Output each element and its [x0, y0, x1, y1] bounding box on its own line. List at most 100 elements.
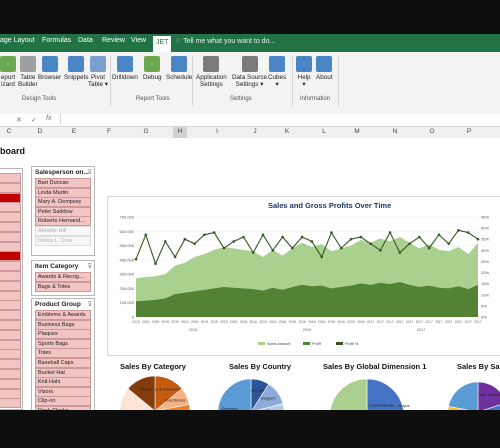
- slicer-item[interactable]: Peter Saddow: [35, 206, 91, 217]
- slicer-item[interactable]: [0, 329, 21, 340]
- pie-slice[interactable]: [330, 378, 368, 410]
- tab-data[interactable]: Data: [78, 37, 93, 44]
- column-header-c[interactable]: C: [2, 128, 16, 135]
- clear-filter-icon[interactable]: ⊽: [88, 263, 92, 270]
- tab-view[interactable]: View: [131, 37, 146, 44]
- slicer-item[interactable]: Emblems & Awards: [35, 310, 91, 320]
- column-header-p[interactable]: P: [462, 128, 476, 135]
- clear-filter-icon[interactable]: ⊽: [88, 169, 92, 176]
- slicer-item[interactable]: [0, 251, 21, 262]
- data-source-settings-button[interactable]: Data Source Settings ▾: [232, 56, 267, 88]
- column-header-j[interactable]: J: [248, 128, 262, 135]
- slicer-item[interactable]: Annette Hill: [35, 226, 91, 236]
- column-header-f[interactable]: F: [102, 128, 116, 135]
- help-button[interactable]: Help ▾: [296, 56, 312, 88]
- column-header-o[interactable]: O: [425, 128, 439, 135]
- profit-pct-point: [339, 246, 343, 250]
- tab-page-layout[interactable]: age Layout: [0, 37, 35, 44]
- slicer-item[interactable]: [0, 320, 21, 330]
- column-header-h[interactable]: H: [173, 126, 187, 138]
- cancel-icon[interactable]: ✕: [16, 116, 22, 124]
- about-button[interactable]: About: [316, 56, 332, 81]
- slicer-item[interactable]: Awards & Recog...: [35, 272, 91, 282]
- y2-tick-label: 15%: [481, 281, 489, 286]
- tell-me-box[interactable]: ♢ Tell me what you want to do...: [175, 37, 275, 45]
- column-header-d[interactable]: D: [33, 128, 47, 135]
- snippets-button[interactable]: Snippets: [64, 56, 89, 81]
- slicer-item[interactable]: [0, 222, 21, 232]
- column-header-m[interactable]: M: [350, 128, 364, 135]
- pivot-table-icon: [89, 56, 106, 72]
- column-header-i[interactable]: I: [210, 128, 224, 135]
- slicer-item[interactable]: Linda Martin: [35, 187, 91, 198]
- clear-filter-icon[interactable]: ⊽: [88, 301, 92, 308]
- sales-profit-chart[interactable]: Sales and Gross Profits Over Time 700,00…: [107, 196, 500, 356]
- drilldown-button[interactable]: Drilldown: [112, 56, 138, 81]
- slicer-item[interactable]: [0, 173, 21, 183]
- ribbon-button-label: eport izard: [0, 74, 16, 88]
- x-tick-label: 2016: [328, 320, 336, 324]
- slicer-item[interactable]: [0, 212, 21, 223]
- schedule-button[interactable]: Schedule: [166, 56, 192, 81]
- help-icon: [296, 56, 312, 72]
- x-tick-label: 2016: [298, 320, 306, 324]
- y-tick-label: 300,000: [120, 272, 135, 277]
- period-label: 2015: [189, 328, 197, 332]
- profit-pct-point: [281, 235, 284, 239]
- slicer-item[interactable]: Bart Duncan: [35, 178, 91, 188]
- column-header-g[interactable]: G: [139, 128, 153, 135]
- slicer-item[interactable]: [0, 271, 21, 281]
- table-builder-button[interactable]: Table Builder: [18, 56, 38, 88]
- pivot-table-button[interactable]: Pivot Table ▾: [88, 56, 108, 88]
- enter-icon[interactable]: ✓: [31, 116, 37, 124]
- column-header-l[interactable]: L: [317, 128, 331, 135]
- slicer-item[interactable]: [0, 202, 21, 213]
- column-header-e[interactable]: E: [67, 128, 81, 135]
- slicer-item[interactable]: [0, 241, 21, 252]
- browser-icon: [41, 56, 58, 72]
- slicer-item[interactable]: [0, 290, 21, 301]
- slicer-item[interactable]: Debra L. Core: [35, 235, 91, 246]
- column-header-n[interactable]: N: [388, 128, 402, 135]
- table-builder-icon: [19, 56, 36, 72]
- application-settings-button[interactable]: Application Settings: [196, 56, 227, 88]
- slicer-item[interactable]: [0, 261, 21, 272]
- pie-slice[interactable]: [448, 381, 479, 410]
- slicer-item[interactable]: Bags & Totes: [35, 281, 91, 292]
- slicer-item[interactable]: [0, 339, 21, 350]
- slicer-item[interactable]: [0, 182, 21, 193]
- slicer-item[interactable]: [0, 231, 21, 242]
- y2-tick-label: 25%: [481, 259, 489, 264]
- report-wizard-button[interactable]: eport izard: [0, 56, 16, 88]
- x-tick-label: 2015: [201, 320, 209, 324]
- column-header-k[interactable]: K: [280, 128, 294, 135]
- formula-input[interactable]: [60, 114, 500, 125]
- slicer-item[interactable]: Roberto Hernand...: [35, 216, 91, 227]
- x-tick-label: 2016: [259, 320, 267, 324]
- browser-button[interactable]: Browser: [38, 56, 61, 81]
- slicer-item[interactable]: Business Bags: [35, 319, 91, 330]
- ribbon-button-label: Schedule: [166, 74, 193, 81]
- period-label: 2016: [303, 328, 311, 332]
- legend-label: Profit: [312, 342, 322, 346]
- cubes-button[interactable]: Cubes ▾: [268, 56, 286, 88]
- slicer-item[interactable]: [0, 192, 21, 203]
- worksheet[interactable]: board Salesperson on... ⊽ Bart Duncan Lin…: [0, 138, 500, 410]
- application-settings-icon: [203, 56, 220, 72]
- slicer-item[interactable]: Plaques: [35, 329, 91, 340]
- profit-pct-point: [242, 235, 245, 239]
- slicer-item[interactable]: Sports Bags: [35, 338, 91, 349]
- salesperson-slicer: Salesperson on... ⊽ Bart Duncan Linda Mar…: [31, 166, 95, 256]
- tab-formulas[interactable]: Formulas: [42, 37, 71, 44]
- tab-jet[interactable]: JET: [153, 36, 172, 52]
- slicer-item[interactable]: [0, 280, 21, 291]
- x-tick-label: 2015: [240, 320, 248, 324]
- tab-review[interactable]: Review: [102, 37, 125, 44]
- slicer-item[interactable]: [0, 310, 21, 321]
- x-tick-label: 2017: [396, 320, 404, 324]
- profit-pct-point: [183, 237, 187, 241]
- slicer-item[interactable]: [0, 300, 21, 311]
- debug-button[interactable]: Debug: [143, 56, 162, 81]
- function-icon[interactable]: fx: [46, 115, 51, 122]
- slicer-item[interactable]: Mary A. Dempsey: [35, 197, 91, 208]
